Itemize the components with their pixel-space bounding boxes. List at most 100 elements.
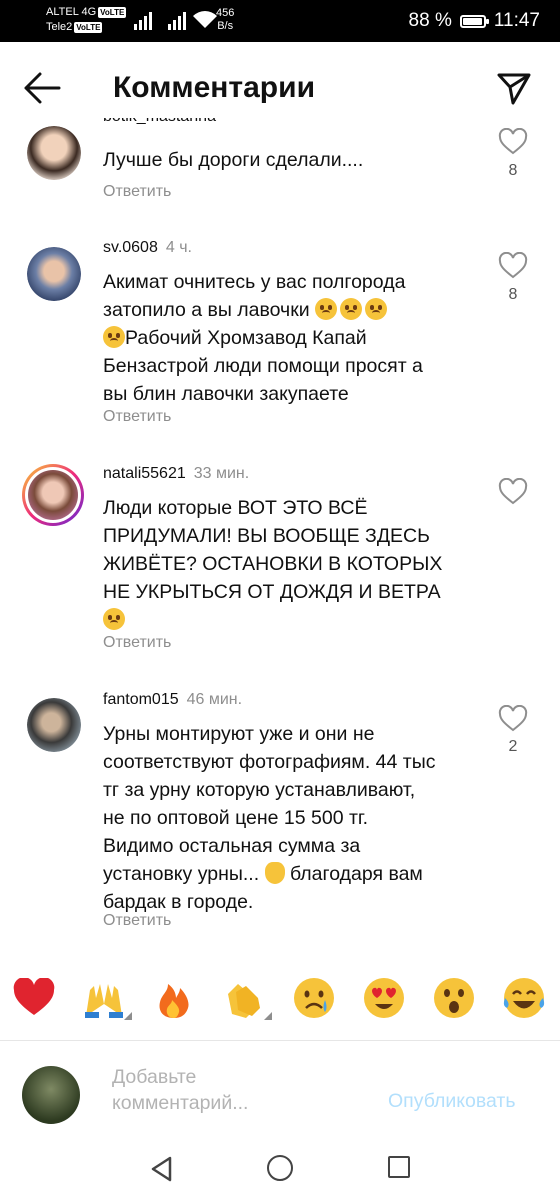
comment-input-placeholder: Добавьте (112, 1066, 197, 1088)
carrier-info: ALTEL 4G VoLTE Tele2 VoLTE (46, 5, 127, 35)
avatar[interactable] (27, 247, 81, 301)
carrier-1: ALTEL 4G (46, 6, 97, 18)
comment-line (103, 606, 488, 634)
comment-line-text: Рабочий Хромзавод Капай (125, 327, 367, 349)
reply-button[interactable]: Ответить (103, 912, 171, 930)
variant-indicator (264, 1012, 272, 1020)
comment-meta: sv.0608 4 ч. (103, 238, 192, 258)
reply-button[interactable]: Ответить (103, 183, 171, 201)
heart-outline-icon[interactable] (498, 478, 528, 506)
avatar-image (27, 698, 81, 752)
clock: 11:47 (493, 10, 540, 31)
battery-fill (462, 17, 483, 25)
comment-line: Рабочий Хромзавод Капай (103, 324, 488, 352)
page-title: Комментарии (113, 71, 316, 104)
like-count: 8 (508, 162, 518, 179)
crying-face-emoji (315, 298, 338, 320)
comment-line: установку урны... благодаря вам (103, 860, 488, 888)
carrier-2: Tele2 (46, 21, 73, 33)
direct-share-icon[interactable] (496, 70, 532, 106)
publish-button[interactable]: Опубликовать (388, 1090, 516, 1113)
comment-line-text: затопило а вы лавочки (103, 299, 310, 321)
astonished-face-emoji-button[interactable] (432, 966, 482, 1026)
nav-recent-apps-icon[interactable] (388, 1156, 410, 1178)
comment-input[interactable]: Добавьте комментарий... (112, 1064, 362, 1116)
quick-emoji-bar (0, 966, 560, 1036)
red-heart-emoji-button[interactable] (12, 966, 62, 1026)
comment-line: Люди которые ВОТ ЭТО ВСЁ (103, 497, 368, 519)
speed-unit: B/s (217, 20, 234, 32)
heart-eyes-face-emoji-button[interactable] (362, 966, 412, 1026)
current-user-avatar (22, 1066, 80, 1124)
timestamp: 4 ч. (165, 239, 192, 256)
comment-text: Акимат очнитесь у вас полгорода затопило… (103, 268, 488, 408)
crying-face-emoji (103, 326, 125, 348)
back-arrow-icon[interactable] (22, 70, 62, 106)
nav-back-icon[interactable] (148, 1155, 176, 1183)
reply-button[interactable]: Ответить (103, 634, 171, 652)
signal-icon (134, 12, 152, 30)
comment-line: Урны монтируют уже и они не (103, 723, 375, 745)
comment-input-placeholder: комментарий... (112, 1092, 249, 1114)
volte-badge: VoLTE (98, 6, 127, 18)
volte-badge: VoLTE (74, 21, 103, 33)
battery-percent: 88 % (408, 10, 452, 31)
system-navigation-bar (0, 1140, 560, 1200)
username[interactable]: fantom015 (103, 691, 179, 708)
avatar[interactable] (27, 126, 81, 180)
avatar[interactable] (27, 698, 81, 752)
status-bar: ALTEL 4G VoLTE Tele2 VoLTE 456 B/s 88 % 11… (0, 0, 560, 42)
heart-outline-icon[interactable] (498, 252, 528, 280)
like-count: 8 (508, 286, 518, 303)
comment-text: Люди которые ВОТ ЭТО ВСЁ ПРИДУМАЛИ! ВЫ В… (103, 494, 488, 634)
clapping-hands-emoji-button[interactable] (222, 966, 272, 1026)
crying-face-emoji (365, 298, 388, 320)
partial-username-text: botik_mastanna (103, 118, 303, 126)
comment-line: Видимо остальная сумма за (103, 835, 361, 857)
comment-line: Бензастрой люди помощи просят а (103, 355, 423, 377)
battery-icon (459, 14, 489, 28)
clapping-hands-emoji (264, 862, 285, 884)
username[interactable]: sv.0608 (103, 239, 158, 256)
divider (0, 1040, 560, 1041)
signal-icon (168, 12, 186, 30)
comment-line: затопило а вы лавочки (103, 296, 488, 324)
crying-face-emoji (340, 298, 363, 320)
comment-line: ПРИДУМАЛИ! ВЫ ВООБЩЕ ЗДЕСЬ (103, 525, 430, 547)
comment-meta: natali55621 33 мин. (103, 464, 249, 484)
comment-line: Акимат очнитесь у вас полгорода (103, 271, 406, 293)
tears-of-joy-face-emoji-button[interactable] (502, 966, 552, 1026)
comment-line-text: установку урны... (103, 863, 260, 885)
heart-outline-icon[interactable] (498, 128, 528, 156)
avatar-image (27, 247, 81, 301)
reply-button[interactable]: Ответить (103, 408, 171, 426)
partial-username: botik_mastanna (103, 118, 303, 132)
comment-line: тг за урну которую устанавливают, (103, 779, 416, 801)
comment-line: НЕ УКРЫТЬСЯ ОТ ДОЖДЯ И ВЕТРА (103, 581, 441, 603)
avatar-image (28, 470, 78, 520)
comment-text: Лучше бы дороги сделали.... (103, 149, 364, 171)
raising-hands-emoji-button[interactable] (82, 966, 132, 1026)
signal-icons (134, 10, 218, 30)
speed-value: 456 (216, 7, 235, 19)
comment-line: вы блин лавочки закупаете (103, 383, 349, 405)
comment-line: не по оптовой цене 15 500 тг. (103, 807, 369, 829)
comment-text: Урны монтируют уже и они не соответствую… (103, 720, 488, 916)
comment-line-text: благодаря вам (290, 863, 423, 885)
variant-indicator (124, 1012, 132, 1020)
battery-clock: 88 % 11:47 (409, 10, 540, 32)
crying-face-emoji (103, 608, 125, 630)
heart-outline-icon[interactable] (498, 705, 528, 733)
wifi-icon (193, 11, 217, 28)
avatar-with-story[interactable] (22, 464, 84, 526)
comment-meta: fantom015 46 мин. (103, 690, 242, 710)
username[interactable]: natali55621 (103, 465, 186, 482)
avatar-image (27, 126, 81, 180)
nav-home-icon[interactable] (267, 1155, 293, 1181)
crying-face-emoji-button[interactable] (292, 966, 342, 1026)
fire-emoji-button[interactable] (152, 966, 202, 1026)
timestamp: 46 мин. (186, 691, 243, 708)
like-count: 2 (508, 738, 518, 755)
comment-line: ЖИВЁТЕ? ОСТАНОВКИ В КОТОРЫХ (103, 553, 443, 575)
timestamp: 33 мин. (193, 465, 250, 482)
